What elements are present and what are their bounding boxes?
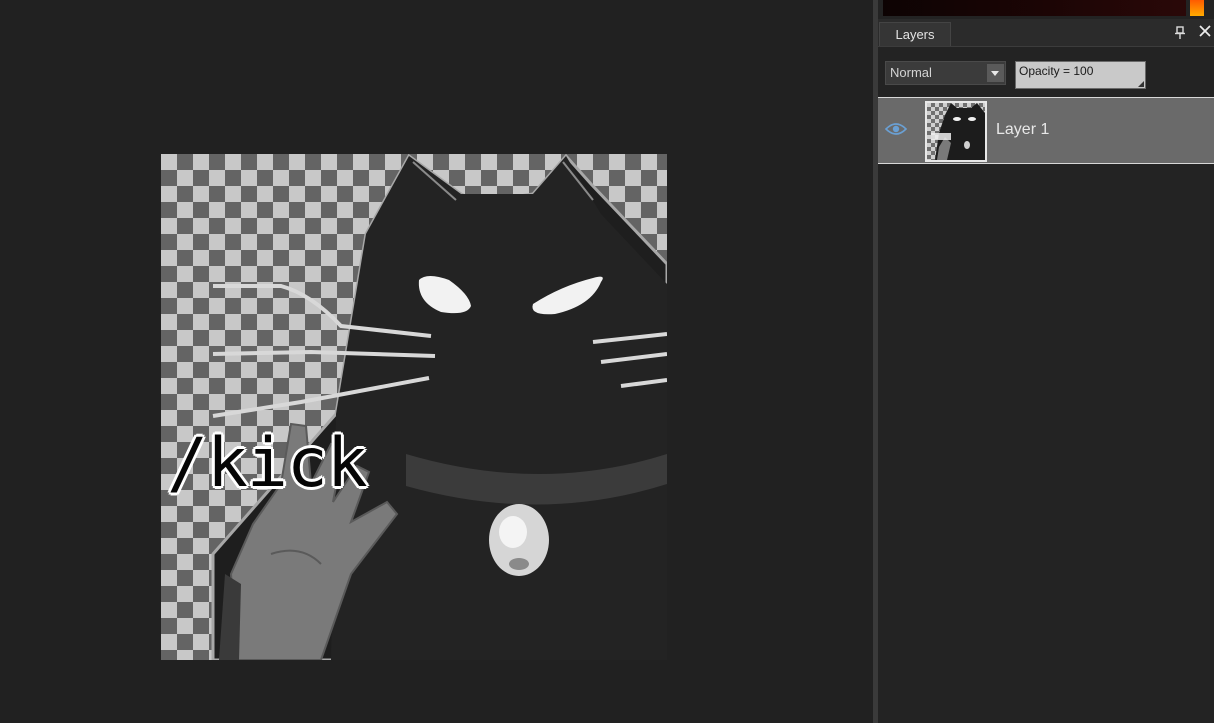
close-icon[interactable] bbox=[1198, 24, 1212, 40]
canvas-workspace[interactable]: /kick bbox=[0, 0, 873, 723]
layer-row[interactable]: Layer 1 bbox=[878, 97, 1214, 164]
kick-caption: /kick bbox=[167, 424, 368, 503]
layers-tab-bar: Layers bbox=[878, 19, 1214, 47]
color-swatch[interactable] bbox=[1190, 0, 1204, 16]
image-editor-window: /kick Layers Normal Opacity = 100 Layer … bbox=[0, 0, 1214, 723]
right-panel: Layers Normal Opacity = 100 Layer 1 bbox=[878, 0, 1214, 723]
opacity-input[interactable]: Opacity = 100 bbox=[1015, 61, 1146, 89]
blend-mode-select[interactable]: Normal bbox=[885, 61, 1006, 85]
opacity-label: Opacity = 100 bbox=[1019, 64, 1094, 78]
chevron-down-icon[interactable] bbox=[987, 64, 1004, 82]
pin-icon[interactable] bbox=[1174, 26, 1186, 40]
color-palette-strip[interactable] bbox=[883, 0, 1186, 16]
cat-image bbox=[211, 154, 667, 660]
resize-grip-icon bbox=[1138, 81, 1144, 87]
eye-icon[interactable] bbox=[884, 121, 908, 137]
layers-list: Layer 1 bbox=[878, 97, 1214, 723]
blend-mode-value: Normal bbox=[890, 65, 932, 80]
layer-thumbnail[interactable] bbox=[925, 101, 987, 162]
tab-layers[interactable]: Layers bbox=[879, 22, 951, 46]
layer-name: Layer 1 bbox=[996, 121, 1050, 138]
image-canvas[interactable]: /kick bbox=[161, 154, 667, 660]
